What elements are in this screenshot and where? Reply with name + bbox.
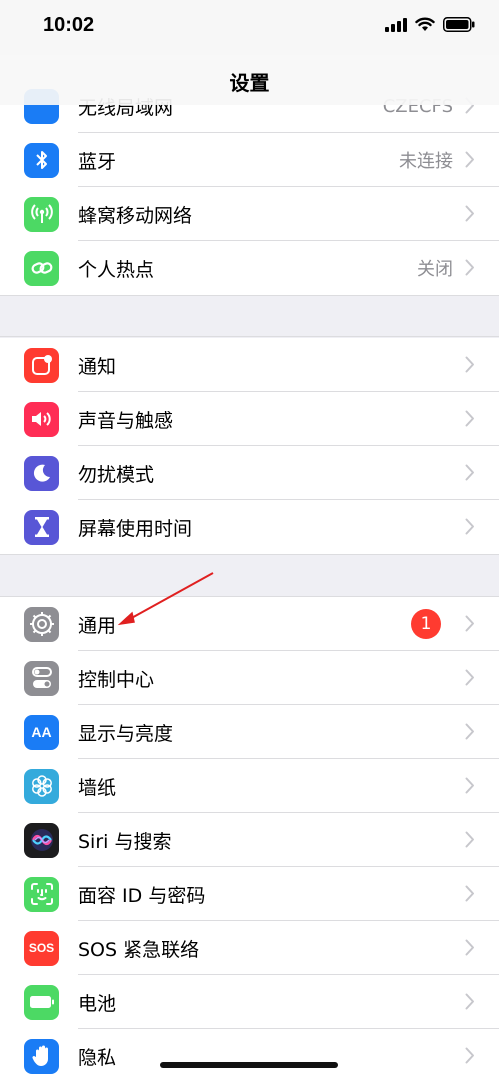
annotation-arrow-icon (117, 572, 214, 626)
